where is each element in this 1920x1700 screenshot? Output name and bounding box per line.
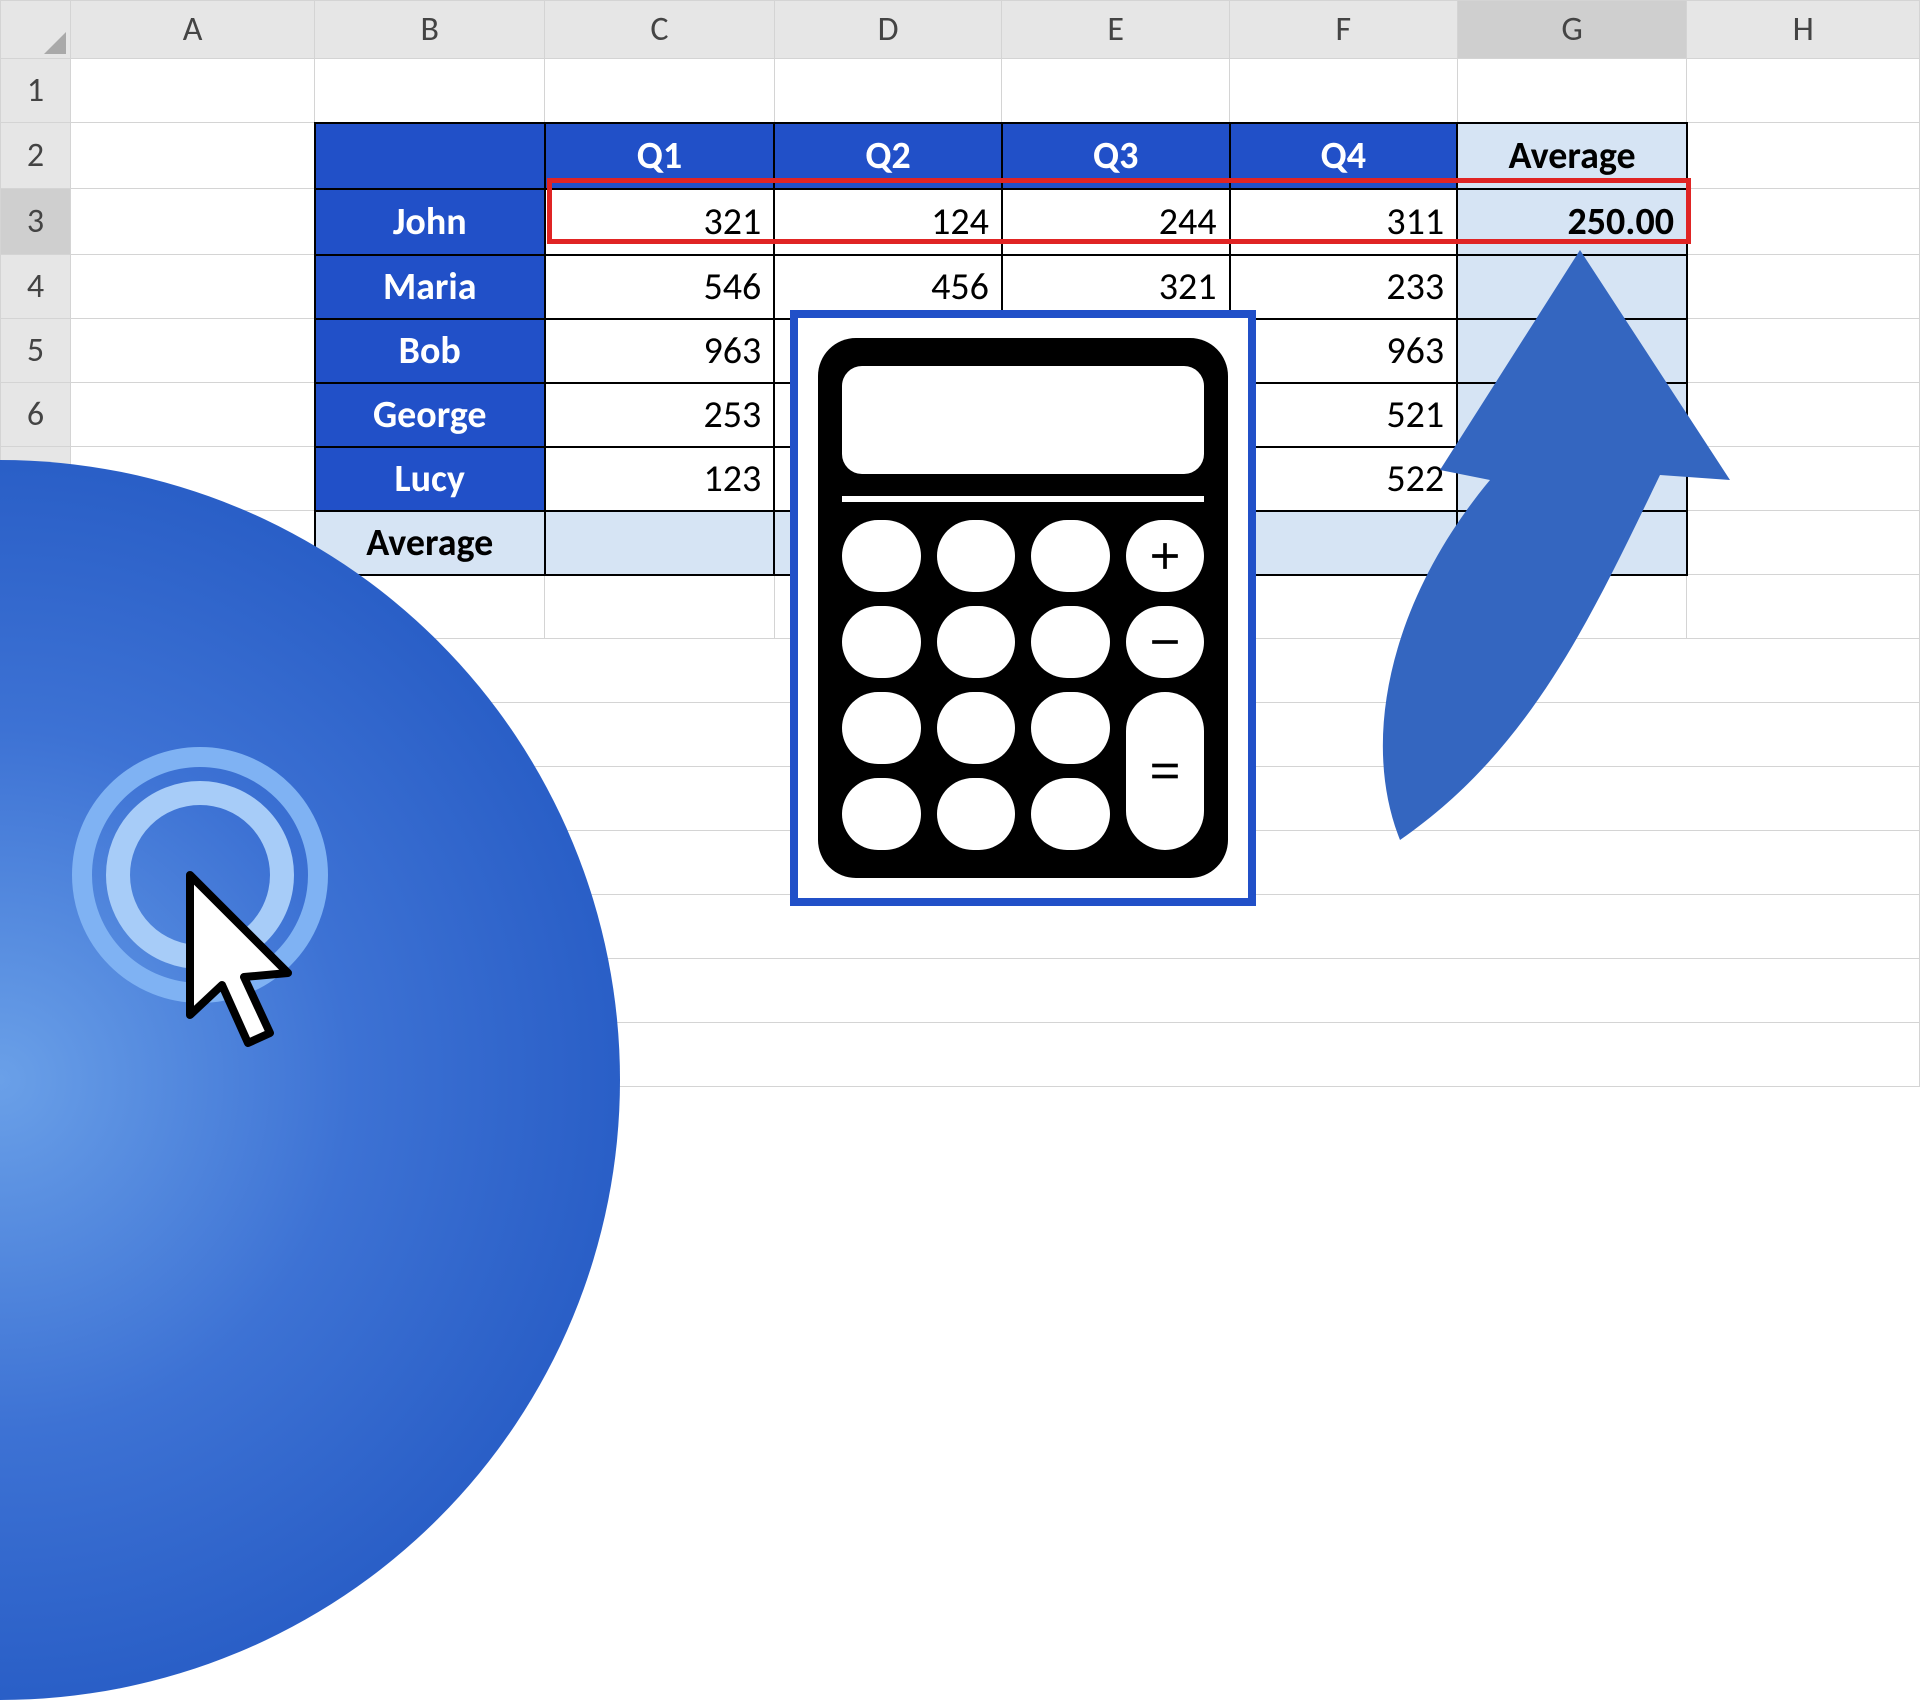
cell-H5[interactable] bbox=[1687, 319, 1920, 383]
cell-F4[interactable]: 233 bbox=[1230, 255, 1458, 319]
cell-C6[interactable]: 253 bbox=[545, 383, 775, 447]
cell-F2[interactable]: Q4 bbox=[1230, 123, 1458, 189]
cell-G6[interactable] bbox=[1457, 383, 1687, 447]
cell-B7[interactable]: Lucy bbox=[315, 447, 545, 511]
cell-E2[interactable]: Q3 bbox=[1002, 123, 1230, 189]
cell-A4[interactable] bbox=[70, 255, 314, 319]
cell-C8[interactable] bbox=[545, 511, 775, 575]
cell-F1[interactable] bbox=[1230, 59, 1458, 123]
cell-F5[interactable]: 963 bbox=[1230, 319, 1458, 383]
calc-key-equals bbox=[1126, 692, 1205, 850]
col-header-G[interactable]: G bbox=[1457, 1, 1687, 59]
calc-key bbox=[842, 692, 921, 764]
col-header-D[interactable]: D bbox=[774, 1, 1002, 59]
cell-H4[interactable] bbox=[1687, 255, 1920, 319]
row-header-6[interactable]: 6 bbox=[1, 383, 71, 447]
cell-A2[interactable] bbox=[70, 123, 314, 189]
cell-F7[interactable]: 522 bbox=[1230, 447, 1458, 511]
row-header-3[interactable]: 3 bbox=[1, 189, 71, 255]
cell-A3[interactable] bbox=[70, 189, 314, 255]
calc-key bbox=[842, 606, 921, 678]
cell-H8[interactable] bbox=[1687, 511, 1920, 575]
cell-C4[interactable]: 546 bbox=[545, 255, 775, 319]
cell-H3[interactable] bbox=[1687, 189, 1920, 255]
calc-key-plus bbox=[1126, 520, 1205, 592]
col-header-H[interactable]: H bbox=[1687, 1, 1920, 59]
cell-D3[interactable]: 124 bbox=[774, 189, 1002, 255]
cell-B4[interactable]: Maria bbox=[315, 255, 545, 319]
calc-key-minus bbox=[1126, 606, 1205, 678]
cell-H9[interactable] bbox=[1687, 575, 1920, 639]
calc-key bbox=[1031, 778, 1110, 850]
cell-B8[interactable]: Average bbox=[315, 511, 545, 575]
cell-E3[interactable]: 244 bbox=[1002, 189, 1230, 255]
row-header-2[interactable]: 2 bbox=[1, 123, 71, 189]
cell-F3[interactable]: 311 bbox=[1230, 189, 1458, 255]
cell-F8[interactable] bbox=[1230, 511, 1458, 575]
cell-D4[interactable]: 456 bbox=[774, 255, 1002, 319]
cell-B5[interactable]: Bob bbox=[315, 319, 545, 383]
cell-A5[interactable] bbox=[70, 319, 314, 383]
cell-F6[interactable]: 521 bbox=[1230, 383, 1458, 447]
row-header-5[interactable]: 5 bbox=[1, 319, 71, 383]
cell-H7[interactable] bbox=[1687, 447, 1920, 511]
cell-F9[interactable] bbox=[1230, 575, 1458, 639]
cell-H6[interactable] bbox=[1687, 383, 1920, 447]
calc-key bbox=[1031, 606, 1110, 678]
col-header-E[interactable]: E bbox=[1002, 1, 1230, 59]
calc-key bbox=[937, 778, 1016, 850]
calc-key bbox=[1031, 520, 1110, 592]
col-header-F[interactable]: F bbox=[1230, 1, 1458, 59]
cell-C9[interactable] bbox=[545, 575, 775, 639]
cell-A1[interactable] bbox=[70, 59, 314, 123]
cell-G1[interactable] bbox=[1457, 59, 1687, 123]
cursor-icon bbox=[170, 865, 320, 1070]
cell-G9[interactable] bbox=[1457, 575, 1687, 639]
calc-key bbox=[937, 606, 1016, 678]
cell-G7[interactable] bbox=[1457, 447, 1687, 511]
cell-G5[interactable] bbox=[1457, 319, 1687, 383]
cell-C1[interactable] bbox=[545, 59, 775, 123]
cell-E1[interactable] bbox=[1002, 59, 1230, 123]
row-header-4[interactable]: 4 bbox=[1, 255, 71, 319]
col-header-B[interactable]: B bbox=[315, 1, 545, 59]
cell-E4[interactable]: 321 bbox=[1002, 255, 1230, 319]
col-header-A[interactable]: A bbox=[70, 1, 314, 59]
row-header-1[interactable]: 1 bbox=[1, 59, 71, 123]
calc-key bbox=[1031, 692, 1110, 764]
col-header-C[interactable]: C bbox=[545, 1, 775, 59]
cell-H2[interactable] bbox=[1687, 123, 1920, 189]
cell-A6[interactable] bbox=[70, 383, 314, 447]
calc-key bbox=[937, 520, 1016, 592]
calc-key bbox=[937, 692, 1016, 764]
cell-G2[interactable]: Average bbox=[1457, 123, 1687, 189]
cell-C5[interactable]: 963 bbox=[545, 319, 775, 383]
cell-B6[interactable]: George bbox=[315, 383, 545, 447]
calculator-screen bbox=[842, 366, 1204, 474]
cell-C7[interactable]: 123 bbox=[545, 447, 775, 511]
calc-key bbox=[842, 778, 921, 850]
cell-G4[interactable] bbox=[1457, 255, 1687, 319]
cell-C2[interactable]: Q1 bbox=[545, 123, 775, 189]
calculator-icon bbox=[790, 310, 1256, 906]
cell-B1[interactable] bbox=[315, 59, 545, 123]
cell-D2[interactable]: Q2 bbox=[774, 123, 1002, 189]
cell-G8[interactable] bbox=[1457, 511, 1687, 575]
cell-C3[interactable]: 321 bbox=[545, 189, 775, 255]
cell-D1[interactable] bbox=[774, 59, 1002, 123]
cell-B3[interactable]: John bbox=[315, 189, 545, 255]
select-all-corner[interactable] bbox=[1, 1, 71, 59]
cell-G3[interactable]: 250.00 bbox=[1457, 189, 1687, 255]
calc-key bbox=[842, 520, 921, 592]
cell-B2[interactable] bbox=[315, 123, 545, 189]
cell-H1[interactable] bbox=[1687, 59, 1920, 123]
